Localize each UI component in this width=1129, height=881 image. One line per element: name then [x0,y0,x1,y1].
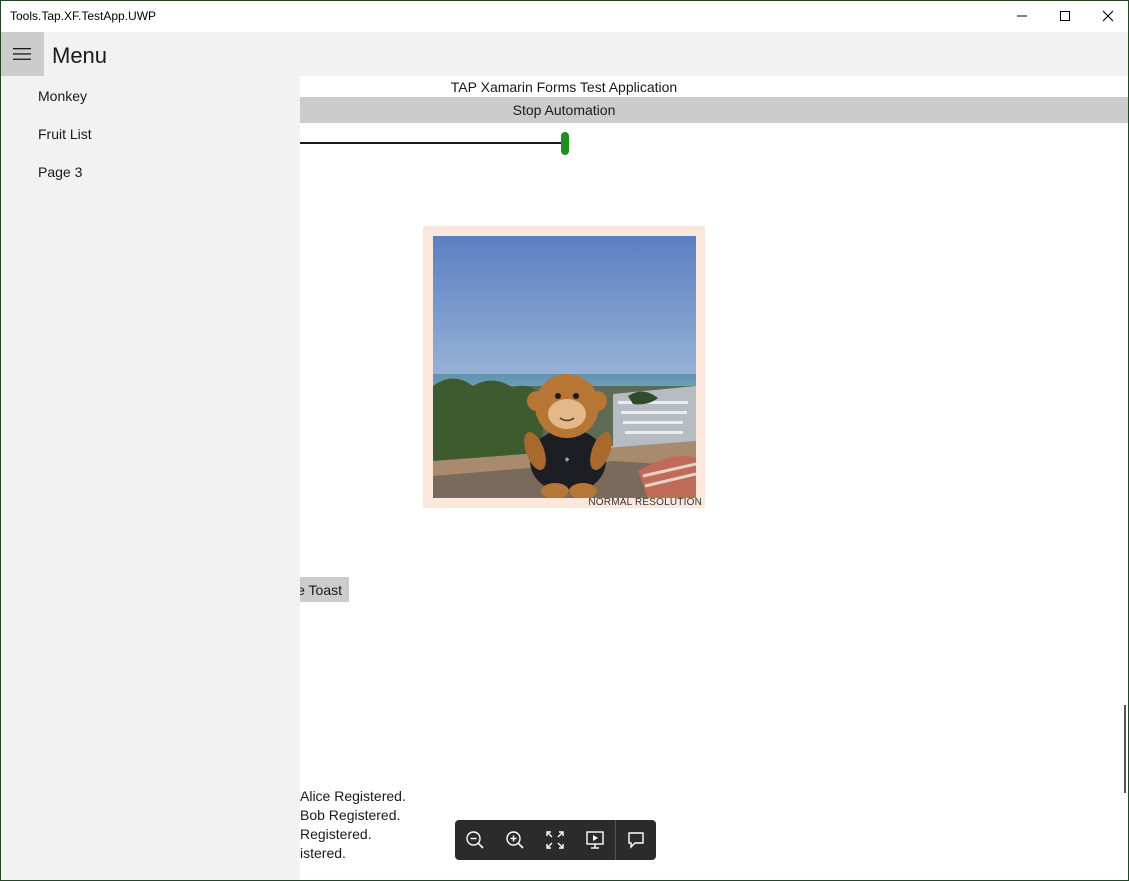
toast-button[interactable]: e Toast [300,577,349,602]
slider-track[interactable] [300,142,565,144]
window-title: Tools.Tap.XF.TestApp.UWP [10,9,157,23]
monkey-photo-illustration: ◆ [433,236,696,498]
zoom-in-button[interactable] [495,820,535,860]
minimize-button[interactable] [1000,0,1043,32]
main-content: TAP Xamarin Forms Test Application Stop … [300,76,1129,881]
comment-button[interactable] [616,820,656,860]
maximize-icon [1059,11,1070,21]
log-line: Registered. [300,826,372,842]
maximize-button[interactable] [1043,0,1086,32]
log-output: Alice Registered. Bob Registered. Regist… [300,786,1129,881]
svg-text:◆: ◆ [565,456,570,463]
fit-screen-icon [546,831,564,849]
image-caption: NORMAL RESOLUTION [588,497,702,508]
zoom-out-button[interactable] [455,820,495,860]
menu-title: Menu [52,43,108,68]
flyout-item-page-3[interactable]: Page 3 [38,164,82,180]
flyout-menu: Monkey Fruit List Page 3 [0,76,300,881]
vertical-scrollbar[interactable] [1124,705,1126,793]
app-header: Menu [0,32,1129,76]
stop-automation-label: Stop Automation [512,102,616,118]
monkey-photo: ◆ [433,236,696,498]
present-icon [586,831,604,849]
zoom-out-icon [466,831,484,849]
flyout-item-monkey[interactable]: Monkey [38,88,87,104]
hamburger-button[interactable] [0,32,44,76]
present-button[interactable] [575,820,615,860]
stop-automation-button[interactable]: Stop Automation [300,97,1129,123]
title-bar: Tools.Tap.XF.TestApp.UWP [0,0,1129,32]
app-heading: TAP Xamarin Forms Test Application [450,79,678,95]
close-icon [1102,10,1113,22]
flyout-item-fruit-list[interactable]: Fruit List [38,126,92,142]
monkey-photo-frame: ◆ NORMAL RESOLUTION [423,226,705,508]
log-line: Bob Registered. [300,807,401,823]
fit-screen-button[interactable] [535,820,575,860]
slider-thumb[interactable] [561,132,569,155]
hamburger-icon [13,48,31,60]
zoom-in-icon [506,831,524,849]
comment-icon [628,832,644,849]
close-button[interactable] [1086,0,1129,32]
toast-button-label: e Toast [300,582,342,598]
log-line: istered. [300,845,346,861]
minimize-icon [1016,15,1027,17]
zoom-toolbar [455,820,656,860]
log-line: Alice Registered. [300,788,406,804]
